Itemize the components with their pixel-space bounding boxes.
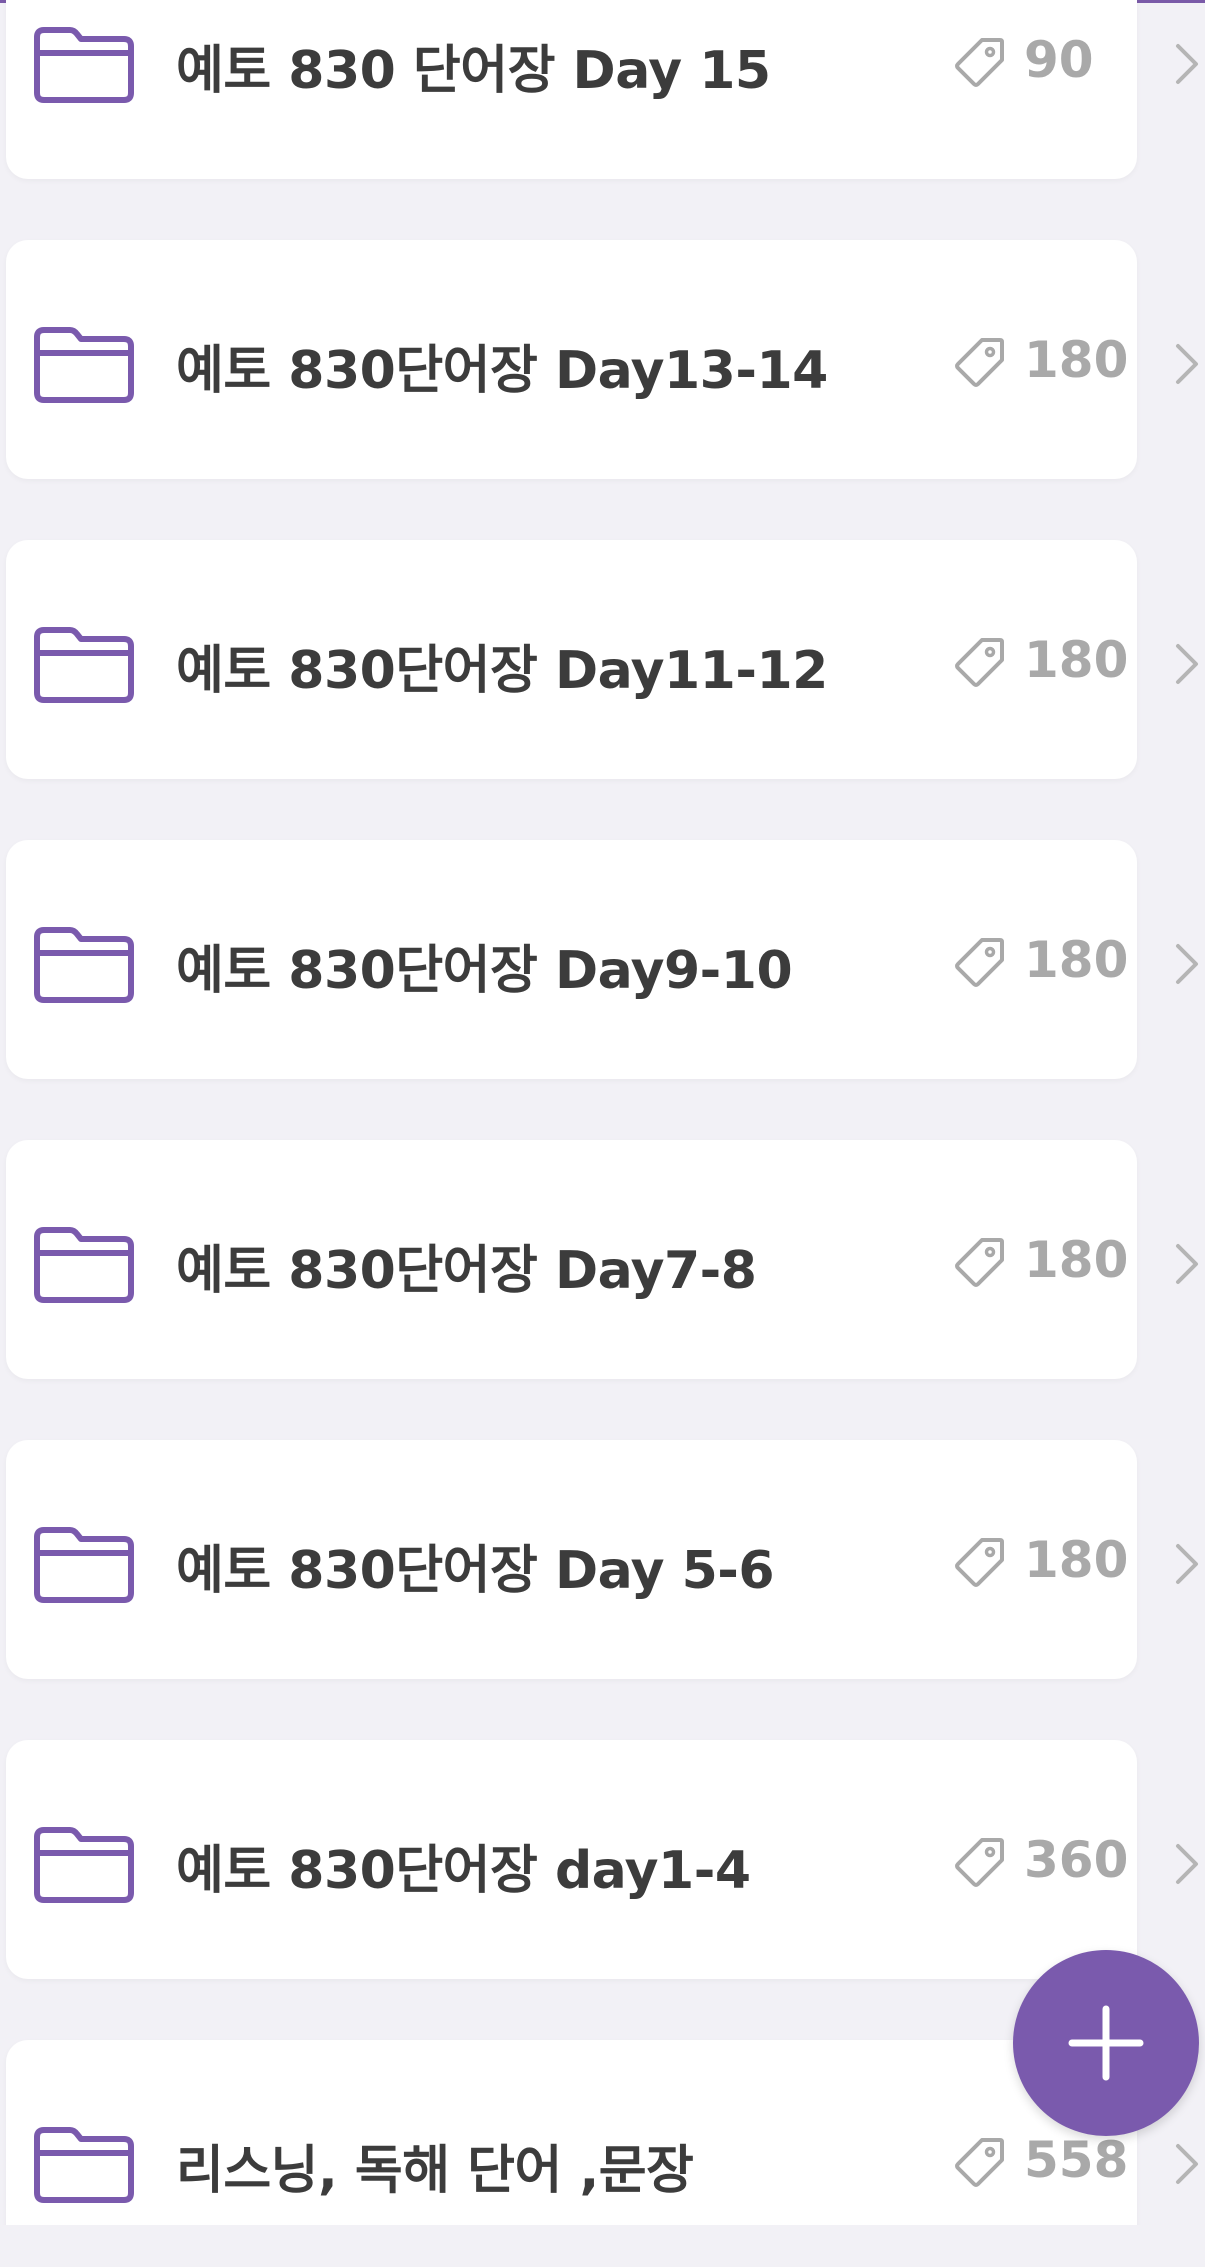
folder-icon: [34, 327, 134, 403]
tag-icon: [955, 1238, 1004, 1287]
chevron-right-icon: [1176, 1544, 1198, 1584]
folder-row[interactable]: 예토 830단어장 Day11-12 180: [6, 540, 1198, 779]
folder-title: 예토 830단어장 Day11-12: [176, 641, 828, 701]
tag-icon: [955, 2138, 1004, 2187]
folder-title: 예토 830단어장 Day9-10: [176, 941, 793, 1001]
tag-icon: [955, 1538, 1004, 1587]
tag-icon: [955, 638, 1004, 687]
chevron-right-icon: [1176, 2144, 1198, 2184]
plus-icon: [1068, 2005, 1144, 2081]
folder-row[interactable]: 예토 830 단어장 Day 15 90: [6, 0, 1198, 179]
tag-icon: [955, 338, 1004, 387]
chevron-right-icon: [1176, 644, 1198, 684]
item-count: 90: [1024, 31, 1094, 89]
folder-title: 예토 830단어장 day1-4: [176, 1841, 751, 1901]
tag-icon: [955, 1838, 1004, 1887]
bottom-area: [0, 2225, 1205, 2267]
item-count: 558: [1024, 2131, 1129, 2189]
folder-title: 예토 830 단어장 Day 15: [176, 41, 771, 101]
folder-title: 예토 830단어장 Day7-8: [176, 1241, 757, 1301]
folder-row[interactable]: 예토 830단어장 Day 5-6 180: [6, 1440, 1198, 1679]
item-count: 180: [1024, 931, 1129, 989]
folder-row[interactable]: 예토 830단어장 day1-4 360: [6, 1740, 1198, 1979]
chevron-right-icon: [1176, 1244, 1198, 1284]
chevron-right-icon: [1176, 344, 1198, 384]
folder-title: 예토 830단어장 Day13-14: [176, 341, 828, 401]
folder-icon: [34, 2127, 134, 2203]
item-count: 180: [1024, 331, 1129, 389]
folder-row[interactable]: 예토 830단어장 Day9-10 180: [6, 840, 1198, 1079]
folder-title: 리스닝, 독해 단어 ,문장: [176, 2141, 694, 2201]
tag-icon: [955, 938, 1004, 987]
chevron-right-icon: [1176, 1844, 1198, 1884]
folder-icon: [34, 927, 134, 1003]
folder-title: 예토 830단어장 Day 5-6: [176, 1541, 775, 1601]
folder-icon: [34, 1527, 134, 1603]
item-count: 180: [1024, 1231, 1129, 1289]
chevron-right-icon: [1176, 44, 1198, 84]
item-count: 360: [1024, 1831, 1129, 1889]
folder-row[interactable]: 예토 830단어장 Day13-14 180: [6, 240, 1198, 479]
item-count: 180: [1024, 1531, 1129, 1589]
folder-icon: [34, 1827, 134, 1903]
folder-icon: [34, 27, 134, 103]
tag-icon: [955, 38, 1004, 87]
folder-icon: [34, 627, 134, 703]
item-count: 180: [1024, 631, 1129, 689]
add-folder-button[interactable]: [1013, 1950, 1199, 2136]
folder-icon: [34, 1227, 134, 1303]
chevron-right-icon: [1176, 944, 1198, 984]
folder-list[interactable]: 예토 830 단어장 Day 15 90 예토 830단어장 Day13-14 …: [0, 0, 1205, 2225]
folder-row[interactable]: 예토 830단어장 Day7-8 180: [6, 1140, 1198, 1379]
folder-row[interactable]: 리스닝, 독해 단어 ,문장 558: [6, 2040, 1198, 2225]
